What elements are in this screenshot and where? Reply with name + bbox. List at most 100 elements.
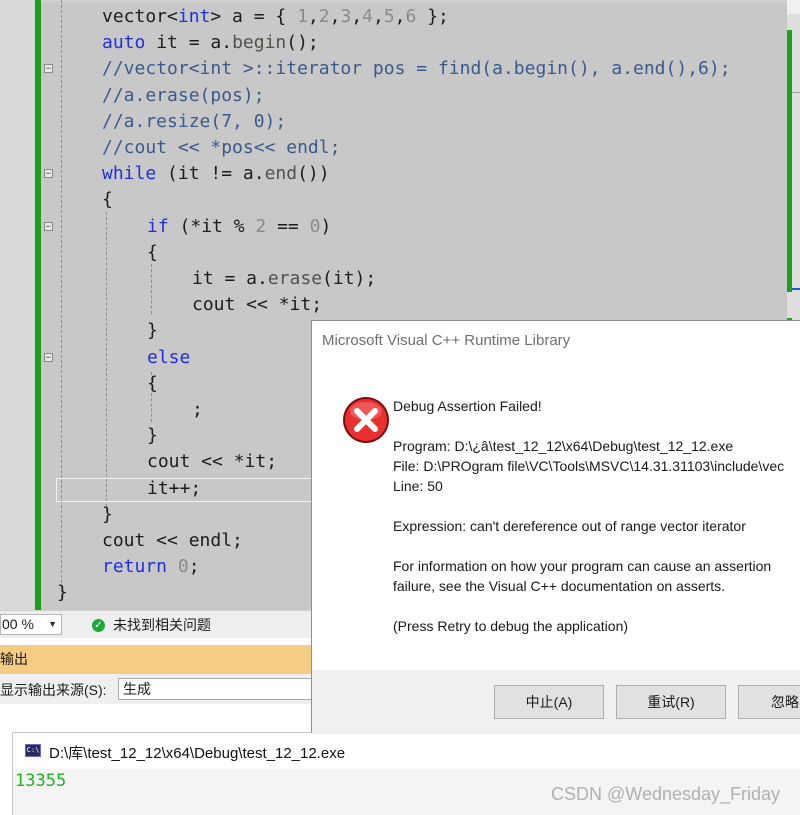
dialog-file: File: D:\PROgram file\VC\Tools\MSVC\14.3… xyxy=(393,458,785,474)
code-token: { xyxy=(102,189,113,211)
dialog-press-retry: (Press Retry to debug the application) xyxy=(393,618,629,634)
code-line[interactable]: { xyxy=(102,187,113,213)
code-line[interactable]: cout << *it; xyxy=(147,449,277,475)
code-token: (it != a. xyxy=(156,163,265,185)
code-line[interactable]: vector<int> a = { 1,2,3,4,5,6 }; xyxy=(102,4,449,30)
code-token: { xyxy=(147,241,158,263)
code-line[interactable]: //cout << *pos<< endl; xyxy=(102,135,340,161)
output-panel-title: 输出 xyxy=(0,651,28,667)
code-token: } xyxy=(147,425,158,447)
dialog-heading: Debug Assertion Failed! xyxy=(393,398,542,414)
code-line[interactable]: ; xyxy=(192,397,203,423)
code-line[interactable]: else xyxy=(147,345,190,371)
code-line[interactable]: //vector<int >::iterator pos = find(a.be… xyxy=(102,56,731,82)
indent-guide xyxy=(106,212,107,512)
assertion-dialog[interactable]: Microsoft Visual C++ Runtime Library Deb… xyxy=(311,320,800,734)
code-line[interactable]: } xyxy=(57,580,68,606)
retry-button[interactable]: 重试(R) xyxy=(616,685,726,719)
code-line[interactable]: //a.resize(7, 0); xyxy=(102,109,286,135)
code-token: begin xyxy=(232,32,287,54)
code-line[interactable]: it++; xyxy=(147,476,201,502)
code-line[interactable]: //a.erase(pos); xyxy=(102,83,265,109)
console-title-bar[interactable]: C:\ D:\库\test_12_12\x64\Debug\test_12_12… xyxy=(13,733,800,769)
code-line[interactable]: { xyxy=(147,371,158,397)
output-source-label: 显示输出来源(S): xyxy=(0,682,107,698)
indent-guide xyxy=(151,264,152,314)
code-line[interactable]: if (*it % 2 == 0) xyxy=(147,214,331,240)
editor-status-bar: 00 % ▼ ✓ 未找到相关问题 xyxy=(0,610,312,638)
code-line[interactable]: auto it = a.begin(); xyxy=(102,30,319,56)
code-token: if xyxy=(147,215,169,237)
code-token: //vector<int >::iterator pos = find(a.be… xyxy=(102,58,731,80)
code-token: 0 xyxy=(309,215,321,237)
code-token: 3 xyxy=(340,6,352,27)
console-app-icon: C:\ xyxy=(25,744,41,757)
code-token: 6 xyxy=(405,6,417,27)
check-circle-icon: ✓ xyxy=(92,618,105,632)
collapse-toggle-icon[interactable]: − xyxy=(44,64,53,74)
output-panel-header[interactable]: 输出 xyxy=(0,645,312,674)
editor-margin xyxy=(0,0,35,610)
change-tracking-bar xyxy=(35,0,41,610)
code-token: ; xyxy=(192,399,203,420)
code-token: , xyxy=(329,6,341,27)
zoom-dropdown[interactable]: 00 % ▼ xyxy=(0,614,62,635)
dialog-info-line2: failure, see the Visual C++ documentatio… xyxy=(393,578,726,594)
code-token: //a.resize(7, 0); xyxy=(102,110,287,132)
watermark: CSDN @Wednesday_Friday xyxy=(551,784,781,804)
code-token: == xyxy=(266,215,310,237)
code-token: } xyxy=(147,320,158,342)
code-token: 2 xyxy=(255,215,267,237)
code-token: , xyxy=(351,6,363,27)
console-title: D:\库\test_12_12\x64\Debug\test_12_12.exe xyxy=(49,745,346,762)
collapse-toggle-icon[interactable]: − xyxy=(44,169,53,179)
code-token: erase xyxy=(267,268,323,289)
code-token: //a.erase(pos); xyxy=(102,84,265,106)
code-token: 1 xyxy=(297,6,308,27)
collapse-toggle-icon[interactable]: − xyxy=(44,221,53,231)
code-token: vector< xyxy=(102,6,178,27)
dialog-info-line1: For information on how your program can … xyxy=(393,558,772,574)
code-token: cout << *it; xyxy=(147,451,278,473)
ignore-button[interactable]: 忽略 xyxy=(738,685,800,719)
code-token: (); xyxy=(286,32,319,54)
dialog-expression: Expression: can't dereference out of ran… xyxy=(393,518,746,534)
code-token: 2 xyxy=(318,6,330,27)
code-token: cout << endl; xyxy=(102,530,243,551)
issues-text: 未找到相关问题 xyxy=(113,617,211,633)
issues-indicator[interactable]: ✓ 未找到相关问题 xyxy=(92,615,211,635)
overview-caret-marker xyxy=(792,288,800,290)
code-token: ()) xyxy=(297,163,330,185)
code-line[interactable]: } xyxy=(102,502,113,528)
code-token: ) xyxy=(320,215,332,237)
code-line[interactable]: it = a.erase(it); xyxy=(192,266,376,292)
code-token: cout << *it; xyxy=(192,294,323,316)
overview-top xyxy=(787,0,800,14)
dialog-button-bar: 中止(A) 重试(R) 忽略 xyxy=(312,670,800,734)
code-token: //cout << *pos<< endl; xyxy=(102,137,341,158)
output-source-value: 生成 xyxy=(123,681,151,697)
code-line[interactable]: { xyxy=(147,240,158,266)
code-token: } xyxy=(57,582,68,604)
code-token: it = a. xyxy=(192,268,268,289)
code-line[interactable]: cout << *it; xyxy=(192,292,322,318)
chevron-down-icon: ▼ xyxy=(48,619,57,629)
output-source-row: 显示输出来源(S): 生成 xyxy=(0,674,312,704)
code-line[interactable]: } xyxy=(147,318,158,344)
code-line[interactable]: while (it != a.end()) xyxy=(102,161,330,187)
editor-top-border xyxy=(0,0,800,2)
code-line[interactable]: return 0; xyxy=(102,554,200,580)
console-output: 13355 xyxy=(15,771,67,791)
collapse-toggle-icon[interactable]: − xyxy=(44,352,53,362)
code-token: { xyxy=(147,372,158,394)
code-token: }; xyxy=(416,6,449,27)
code-line[interactable]: cout << endl; xyxy=(102,528,243,554)
code-token: , xyxy=(372,6,384,27)
abort-button[interactable]: 中止(A) xyxy=(494,685,604,719)
code-token: 5 xyxy=(383,6,395,27)
dialog-program: Program: D:\¿â\test_12_12\x64\Debug\test… xyxy=(393,438,734,454)
error-icon xyxy=(343,397,389,443)
code-line[interactable]: } xyxy=(147,423,158,449)
output-source-select[interactable]: 生成 xyxy=(118,678,312,700)
